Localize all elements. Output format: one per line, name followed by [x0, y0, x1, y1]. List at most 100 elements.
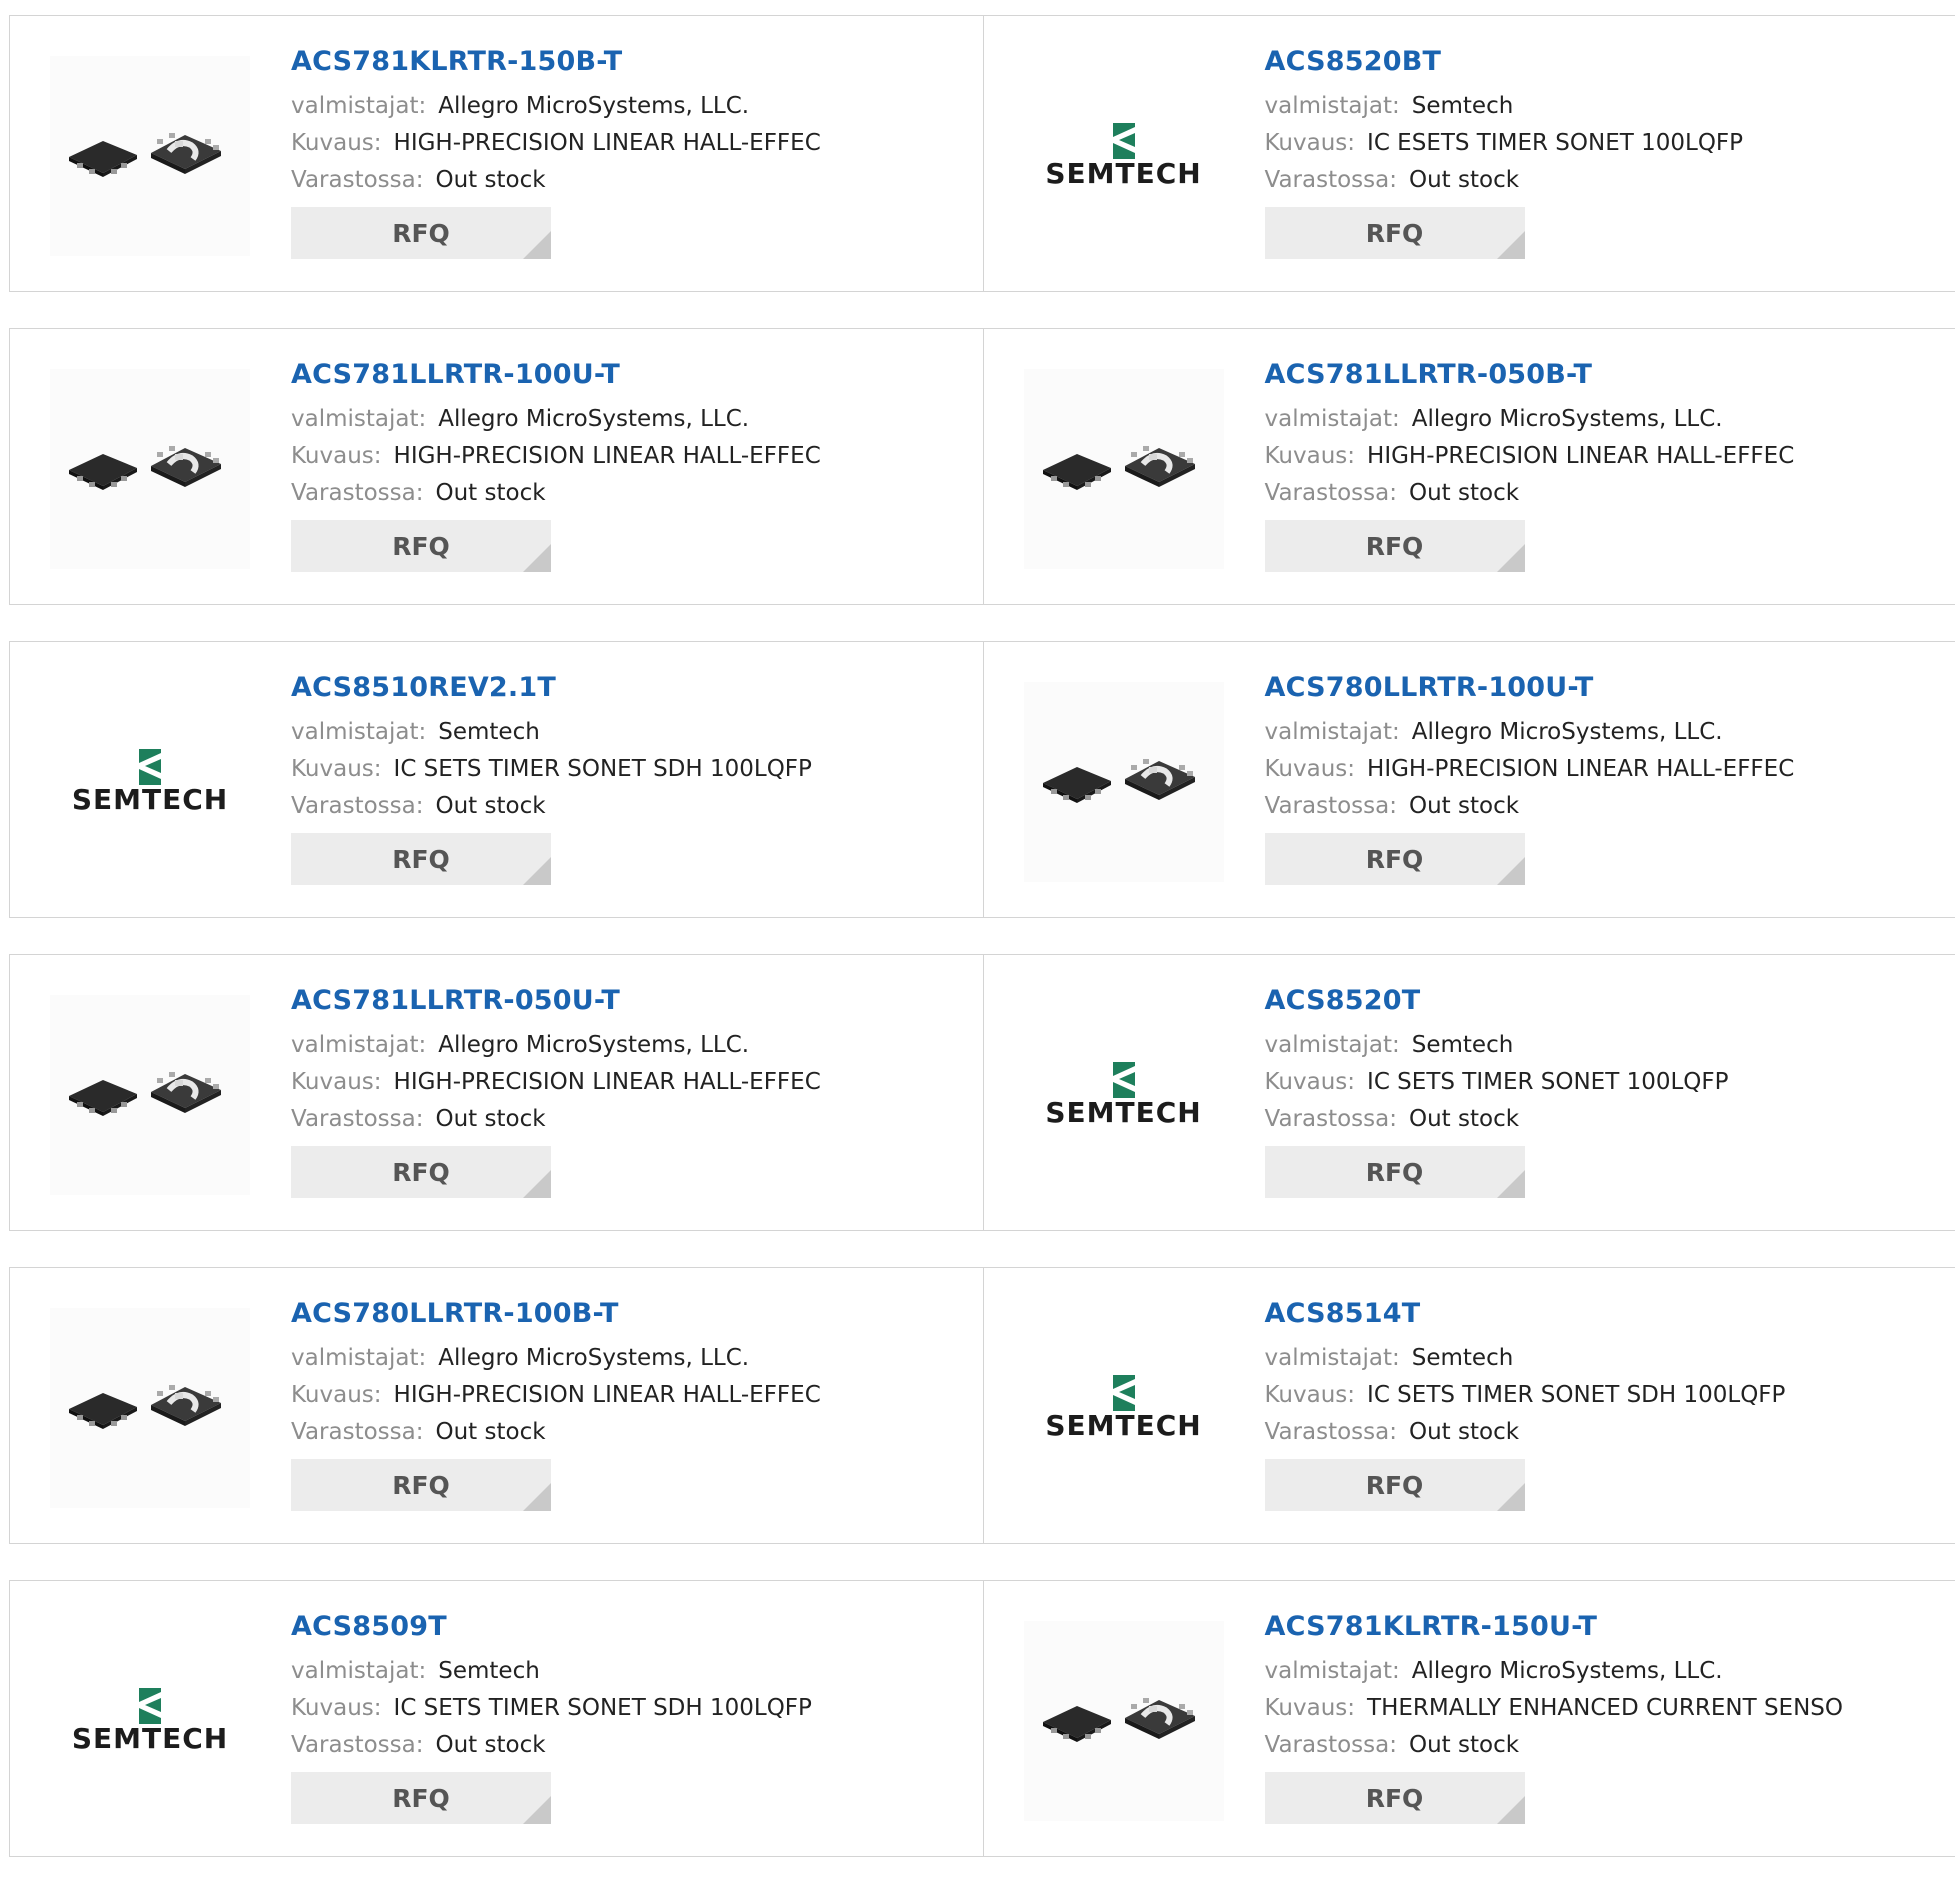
product-name-link[interactable]: ACS8514T	[1265, 1296, 1786, 1332]
product-name-link[interactable]: ACS781KLRTR-150B-T	[291, 44, 821, 80]
product-name-link[interactable]: ACS781LLRTR-050B-T	[1265, 357, 1795, 393]
product-image[interactable]	[1024, 369, 1224, 569]
product-image[interactable]: SEMTECH	[50, 1621, 250, 1821]
stock-row: Varastossa:Out stock	[291, 1727, 812, 1764]
manufacturer-row: valmistajat:Semtech	[291, 714, 812, 751]
rfq-button[interactable]: RFQ	[1265, 1459, 1525, 1511]
stock-value: Out stock	[1409, 1106, 1519, 1132]
rfq-button-label: RFQ	[1366, 219, 1424, 248]
description-row: Kuvaus:IC SETS TIMER SONET SDH 100LQFP	[291, 751, 812, 788]
manufacturer-value: Allegro MicroSystems, LLC.	[1412, 1658, 1723, 1684]
product-image[interactable]	[50, 369, 250, 569]
description-value: IC SETS TIMER SONET SDH 100LQFP	[394, 1695, 812, 1721]
corner-fold-icon	[1497, 231, 1525, 259]
product-image[interactable]: SEMTECH	[1024, 56, 1224, 256]
rfq-button-label: RFQ	[1366, 532, 1424, 561]
chip-icon	[65, 1058, 235, 1132]
stock-row: Varastossa:Out stock	[1265, 788, 1795, 825]
semtech-logo: SEMTECH	[1045, 1375, 1201, 1442]
manufacturer-label: valmistajat:	[1265, 1658, 1400, 1684]
manufacturer-value: Allegro MicroSystems, LLC.	[438, 93, 749, 119]
manufacturer-value: Semtech	[438, 719, 540, 745]
product-info: ACS8520BT valmistajat:Semtech Kuvaus:IC …	[1265, 44, 1744, 259]
product-card: ACS781LLRTR-100U-T valmistajat:Allegro M…	[10, 329, 983, 604]
stock-label: Varastossa:	[291, 1732, 423, 1758]
stock-row: Varastossa:Out stock	[1265, 1414, 1786, 1451]
corner-fold-icon	[523, 231, 551, 259]
manufacturer-label: valmistajat:	[291, 1345, 426, 1371]
rfq-button[interactable]: RFQ	[291, 207, 551, 259]
rfq-button-label: RFQ	[392, 219, 450, 248]
stock-label: Varastossa:	[1265, 1419, 1397, 1445]
product-image[interactable]	[50, 56, 250, 256]
manufacturer-label: valmistajat:	[291, 406, 426, 432]
product-name-link[interactable]: ACS8510REV2.1T	[291, 670, 812, 706]
product-info: ACS780LLRTR-100B-T valmistajat:Allegro M…	[291, 1296, 821, 1511]
rfq-button[interactable]: RFQ	[1265, 520, 1525, 572]
product-name-link[interactable]: ACS781KLRTR-150U-T	[1265, 1609, 1843, 1645]
stock-row: Varastossa:Out stock	[291, 475, 821, 512]
semtech-mark-icon	[137, 749, 163, 787]
product-card: SEMTECH ACS8510REV2.1T valmistajat:Semte…	[10, 642, 983, 917]
product-card: ACS781LLRTR-050U-T valmistajat:Allegro M…	[10, 955, 983, 1230]
chip-icon	[1039, 745, 1209, 819]
rfq-button[interactable]: RFQ	[291, 520, 551, 572]
rfq-button[interactable]: RFQ	[291, 833, 551, 885]
rfq-button[interactable]: RFQ	[291, 1772, 551, 1824]
rfq-button[interactable]: RFQ	[1265, 1146, 1525, 1198]
semtech-mark-icon	[1111, 1062, 1137, 1100]
stock-label: Varastossa:	[1265, 1106, 1397, 1132]
semtech-mark-icon	[1111, 1375, 1137, 1413]
corner-fold-icon	[1497, 1796, 1525, 1824]
semtech-mark-icon	[1111, 123, 1137, 161]
manufacturer-row: valmistajat:Semtech	[291, 1653, 812, 1690]
product-image[interactable]: SEMTECH	[50, 682, 250, 882]
manufacturer-label: valmistajat:	[291, 1658, 426, 1684]
product-card: ACS780LLRTR-100B-T valmistajat:Allegro M…	[10, 1268, 983, 1543]
product-info: ACS781KLRTR-150U-T valmistajat: Allegro M…	[1265, 1609, 1843, 1824]
product-card: SEMTECH ACS8514T valmistajat:Semtech Kuv…	[983, 1268, 1955, 1543]
stock-value: Out stock	[435, 480, 545, 506]
stock-value: Out stock	[435, 1106, 545, 1132]
rfq-button[interactable]: RFQ	[1265, 1772, 1525, 1824]
description-value: HIGH-PRECISION LINEAR HALL-EFFEC	[1367, 756, 1794, 782]
product-info: ACS781KLRTR-150B-T valmistajat: Allegro M…	[291, 44, 821, 259]
description-label: Kuvaus:	[291, 1069, 382, 1095]
stock-row: Varastossa:Out stock	[291, 162, 821, 199]
rfq-button[interactable]: RFQ	[291, 1146, 551, 1198]
product-name-link[interactable]: ACS781LLRTR-050U-T	[291, 983, 821, 1019]
product-grid: ACS781KLRTR-150B-T valmistajat: Allegro M…	[9, 15, 1955, 1893]
product-image[interactable]: SEMTECH	[1024, 1308, 1224, 1508]
manufacturer-value: Allegro MicroSystems, LLC.	[1412, 719, 1723, 745]
product-info: ACS8514T valmistajat:Semtech Kuvaus:IC S…	[1265, 1296, 1786, 1511]
stock-label: Varastossa:	[291, 793, 423, 819]
chip-icon	[65, 1371, 235, 1445]
semtech-logo: SEMTECH	[1045, 1062, 1201, 1129]
product-card: ACS781KLRTR-150U-T valmistajat: Allegro M…	[983, 1581, 1955, 1856]
product-image[interactable]	[1024, 682, 1224, 882]
rfq-button[interactable]: RFQ	[1265, 207, 1525, 259]
product-image[interactable]	[50, 995, 250, 1195]
product-name-link[interactable]: ACS8520T	[1265, 983, 1729, 1019]
product-row: ACS781LLRTR-100U-T valmistajat:Allegro M…	[9, 328, 1955, 605]
product-name-link[interactable]: ACS780LLRTR-100U-T	[1265, 670, 1795, 706]
product-image[interactable]: SEMTECH	[1024, 995, 1224, 1195]
rfq-button[interactable]: RFQ	[1265, 833, 1525, 885]
product-row: SEMTECH ACS8510REV2.1T valmistajat:Semte…	[9, 641, 1955, 918]
description-value: IC ESETS TIMER SONET 100LQFP	[1367, 130, 1743, 156]
manufacturer-row: valmistajat:Semtech	[1265, 88, 1744, 125]
product-image[interactable]	[1024, 1621, 1224, 1821]
product-name-link[interactable]: ACS781LLRTR-100U-T	[291, 357, 821, 393]
product-name-link[interactable]: ACS8520BT	[1265, 44, 1744, 80]
rfq-button[interactable]: RFQ	[291, 1459, 551, 1511]
manufacturer-label: valmistajat:	[1265, 1032, 1400, 1058]
product-name-link[interactable]: ACS8509T	[291, 1609, 812, 1645]
manufacturer-label: valmistajat:	[291, 93, 426, 119]
description-row: Kuvaus:HIGH-PRECISION LINEAR HALL-EFFEC	[291, 438, 821, 475]
product-name-link[interactable]: ACS780LLRTR-100B-T	[291, 1296, 821, 1332]
manufacturer-value: Semtech	[1412, 1032, 1514, 1058]
stock-label: Varastossa:	[291, 1419, 423, 1445]
product-image[interactable]	[50, 1308, 250, 1508]
stock-value: Out stock	[1409, 793, 1519, 819]
product-info: ACS781LLRTR-050U-T valmistajat:Allegro M…	[291, 983, 821, 1198]
